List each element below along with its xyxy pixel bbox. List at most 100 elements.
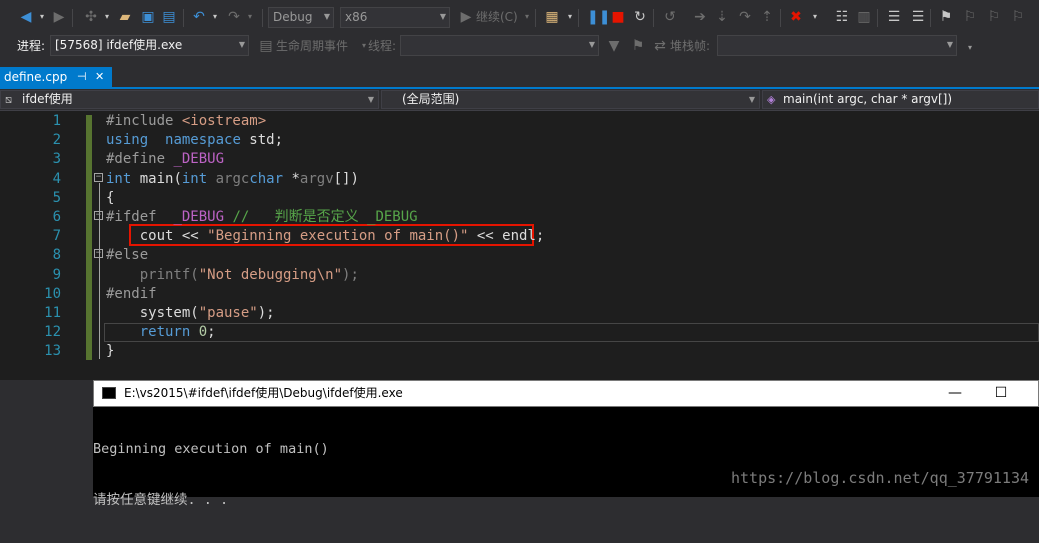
clear-bookmarks-icon[interactable]: ⚐ <box>1010 9 1026 25</box>
code-line[interactable]: #endif <box>106 285 157 304</box>
close-icon[interactable]: ✕ <box>95 67 104 87</box>
watch-icon[interactable]: ▥ <box>856 9 872 25</box>
tab-label: define.cpp <box>4 70 68 84</box>
code-line[interactable]: { <box>106 189 114 208</box>
breakpoint-dropdown-icon[interactable]: ▾ <box>807 9 823 25</box>
redo-dropdown-icon[interactable]: ▾ <box>242 9 258 25</box>
uncomment-icon[interactable]: ☰ <box>910 9 926 25</box>
project-dropdown[interactable]: ⧅ ifdef使用 ▼ <box>0 90 379 109</box>
code-line[interactable]: } <box>106 342 114 361</box>
step-over-icon[interactable]: ↷ <box>737 9 753 25</box>
comment-out-icon[interactable]: ☰ <box>886 9 902 25</box>
save-icon[interactable]: ▣ <box>140 9 156 25</box>
line-number: 11 <box>44 305 61 321</box>
threads-icon[interactable]: ⇄ <box>652 38 668 54</box>
code-line[interactable]: #include <iostream> <box>106 112 266 131</box>
line-number: 8 <box>52 247 61 264</box>
scope-dropdown[interactable]: (全局范围) ▼ <box>381 90 760 109</box>
code-line[interactable]: cout << "Beginning execution of main()" … <box>106 227 545 246</box>
tab-define-cpp[interactable]: define.cpp ⊣ ✕ <box>0 67 112 87</box>
code-line[interactable]: int main(int argcchar *argv[]) <box>106 170 359 189</box>
filter-flag-icon[interactable]: ⚑ <box>630 38 646 54</box>
thread-select[interactable]: ▼ <box>400 35 599 56</box>
separator <box>780 9 781 27</box>
change-tracking-bar <box>86 115 92 360</box>
debug-location-toolbar: 进程: [57568] ifdef使用.exe ▼ ▤ 生命周期事件 ▾ 线程:… <box>0 35 1039 61</box>
back-dropdown-icon[interactable]: ▾ <box>34 9 50 25</box>
undo-dropdown-icon[interactable]: ▾ <box>207 9 223 25</box>
process-select[interactable]: [57568] ifdef使用.exe ▼ <box>50 35 249 56</box>
code-token: ); <box>257 305 275 321</box>
console-title-bar[interactable]: E:\vs2015\#ifdef\ifdef使用\Debug\ifdef使用.e… <box>93 380 1039 407</box>
collapse-icon[interactable]: − <box>94 173 103 182</box>
breakpoint-icon[interactable]: ✖ <box>788 9 804 25</box>
next-bookmark-icon[interactable]: ⚐ <box>986 9 1002 25</box>
continue-icon[interactable]: ▶ <box>458 9 474 25</box>
code-token: * <box>283 170 300 187</box>
stop-icon[interactable]: ■ <box>610 9 626 25</box>
code-line[interactable]: printf("Not debugging\n"); <box>106 266 359 285</box>
code-token: []) <box>333 170 359 187</box>
locals-icon[interactable]: ☷ <box>834 9 850 25</box>
filter-icon[interactable]: ▼ <box>606 38 622 54</box>
code-line[interactable]: return 0; <box>106 323 216 342</box>
solution-platform-select[interactable]: x86 ▼ <box>340 7 450 28</box>
back-icon[interactable]: ◀ <box>18 9 34 25</box>
code-token: return <box>106 324 191 341</box>
toolbar-overflow-icon[interactable]: ▾ <box>962 40 978 56</box>
stack-frame-select[interactable]: ▼ <box>717 35 957 56</box>
code-line[interactable]: #else <box>106 246 148 265</box>
code-editor[interactable]: 12345678910111213 − − − #include <iostre… <box>0 111 1039 380</box>
method-icon: ◈ <box>767 93 776 106</box>
pause-icon[interactable]: ❚❚ <box>587 9 610 25</box>
minimize-button[interactable]: — <box>932 381 978 406</box>
code-line[interactable]: using namespace std; <box>106 131 283 150</box>
code-token: namespace <box>165 132 241 149</box>
scope-value: (全局范围) <box>402 92 460 106</box>
show-next-statement-icon[interactable]: ↺ <box>662 9 678 25</box>
save-all-icon[interactable]: ▤ <box>161 9 177 25</box>
lifecycle-events-icon[interactable]: ▤ <box>258 38 274 54</box>
lifecycle-events-button[interactable]: 生命周期事件 <box>276 36 348 56</box>
console-output-line: Beginning execution of main() <box>93 441 329 457</box>
undo-icon[interactable]: ↶ <box>191 9 207 25</box>
code-line[interactable]: system("pause"); <box>106 304 275 323</box>
chevron-down-icon: ▼ <box>588 40 595 49</box>
line-number: 2 <box>52 132 61 149</box>
line-number: 7 <box>52 228 61 245</box>
forward-icon[interactable]: ▶ <box>51 9 67 25</box>
code-token: std; <box>240 132 284 149</box>
step-out-icon[interactable]: ⇡ <box>759 9 775 25</box>
line-number: 3 <box>52 151 61 168</box>
member-dropdown[interactable]: ◈ main(int argc, char * argv[]) <box>762 90 1039 109</box>
console-window[interactable]: E:\vs2015\#ifdef\ifdef使用\Debug\ifdef使用.e… <box>93 380 1039 508</box>
maximize-button[interactable]: ☐ <box>978 381 1024 406</box>
solution-config-select[interactable]: Debug ▼ <box>268 7 334 28</box>
open-file-icon[interactable]: ▰ <box>117 9 133 25</box>
separator <box>578 9 579 27</box>
attach-process-icon[interactable]: ▦ <box>544 9 560 25</box>
new-project-dropdown-icon[interactable]: ▾ <box>99 9 115 25</box>
line-number: 12 <box>44 324 61 341</box>
bookmark-icon[interactable]: ⚑ <box>938 9 954 25</box>
line-number: 6 <box>52 209 61 225</box>
step-into-arrow-icon[interactable]: ➔ <box>692 9 708 25</box>
code-line[interactable]: #define _DEBUG <box>106 150 224 169</box>
chevron-down-icon: ▼ <box>946 40 953 49</box>
continue-dropdown-icon[interactable]: ▾ <box>519 9 535 25</box>
attach-dropdown-icon[interactable]: ▾ <box>562 9 578 25</box>
new-project-icon[interactable]: ✣ <box>83 9 99 25</box>
chevron-down-icon: ▼ <box>367 95 374 104</box>
code-line[interactable]: #ifdef _DEBUG // 判断是否定义 _DEBUG <box>106 208 418 227</box>
prev-bookmark-icon[interactable]: ⚐ <box>962 9 978 25</box>
restart-icon[interactable]: ↻ <box>632 9 648 25</box>
continue-button[interactable]: 继续(C) <box>476 7 518 27</box>
redo-icon[interactable]: ↷ <box>226 9 242 25</box>
line-number: 10 <box>44 285 61 302</box>
console-app-icon <box>102 387 116 399</box>
step-into-icon[interactable]: ⇣ <box>714 9 730 25</box>
pin-icon[interactable]: ⊣ <box>77 67 87 87</box>
code-token: argc <box>207 170 250 187</box>
